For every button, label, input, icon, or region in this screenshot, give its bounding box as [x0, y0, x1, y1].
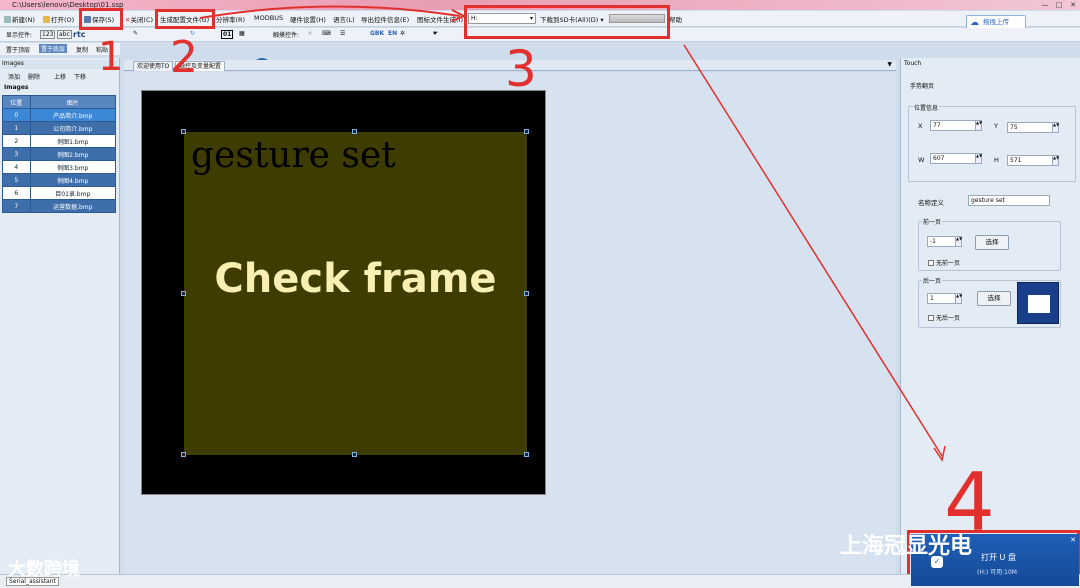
close-icon[interactable]: ✕	[1070, 536, 1076, 544]
annotation-number-1: 1	[98, 34, 123, 80]
watermark-left: 大数跨境	[8, 559, 80, 580]
popup-detail: (H:) 可用:10M	[977, 569, 1017, 576]
arrow-line	[683, 44, 943, 457]
annotation-number-3: 3	[505, 40, 537, 98]
arrow-line	[199, 5, 461, 19]
annotation-overlay: 1 2 3 4	[98, 5, 995, 549]
annotation-number-2: 2	[170, 32, 198, 83]
watermark-right: 上海冠显光电	[840, 534, 973, 559]
popup-title: 打开 U 盘	[981, 553, 1016, 562]
